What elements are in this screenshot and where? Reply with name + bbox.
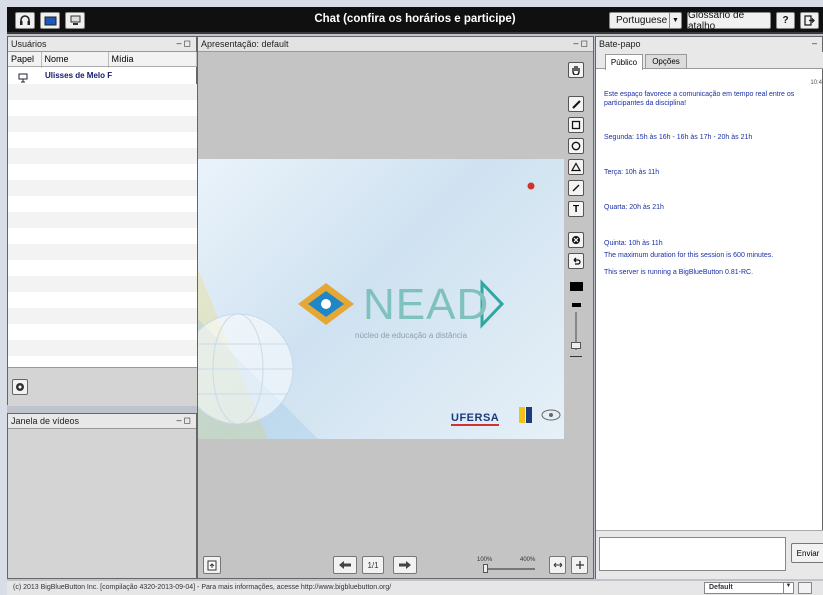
users-table: Papel Nome Mídia (8, 52, 197, 67)
app-window: Chat (confira os horários e participe) P… (7, 7, 823, 595)
rectangle-tool-icon[interactable] (568, 117, 584, 133)
slide-brand: NEAD (363, 280, 490, 329)
pencil-tool-icon[interactable] (568, 96, 584, 112)
tab-options[interactable]: Opções (645, 54, 687, 69)
thickness-slider-thumb[interactable] (571, 342, 581, 349)
col-role[interactable]: Papel (8, 52, 42, 67)
settings-icon[interactable] (12, 379, 28, 395)
apply-layout-button[interactable] (798, 582, 812, 594)
col-name[interactable]: Nome (41, 52, 109, 67)
upload-icon[interactable] (203, 556, 221, 574)
panel-controls-icon[interactable]: –◻ (177, 38, 193, 49)
user-name: Ulisses de Melo F (45, 71, 113, 80)
chat-message: Segunda: 15h às 16h - 16h às 17h - 20h à… (604, 134, 753, 141)
triangle-tool-icon[interactable] (568, 159, 584, 175)
chat-message: This server is running a BigBlueButton 0… (604, 269, 754, 276)
users-panel-header: Usuários –◻ (8, 37, 196, 52)
panel-controls-icon[interactable]: –◻ (177, 415, 193, 426)
zoom-max-label: 400% (520, 557, 536, 563)
ellipse-tool-icon[interactable] (568, 138, 584, 154)
message-time: 10:4 (810, 80, 822, 86)
language-select[interactable]: Portuguese ▼ (609, 12, 682, 29)
zoom-slider[interactable] (483, 568, 535, 570)
chat-message: Terça: 10h às 11h (604, 169, 660, 176)
send-button[interactable]: Enviar (791, 543, 823, 563)
col-media[interactable]: Mídia (108, 52, 197, 67)
minimize-icon[interactable]: – (812, 38, 819, 48)
video-panel: Janela de vídeos –◻ (7, 413, 197, 579)
hand-tool-icon[interactable] (568, 62, 584, 78)
chat-panel-header: Bate-papo – (596, 37, 822, 52)
panel-controls-icon[interactable]: –◻ (574, 38, 590, 49)
video-panel-header: Janela de vídeos –◻ (8, 414, 196, 429)
page-indicator[interactable]: 1/1 (362, 556, 384, 574)
logout-icon[interactable] (800, 12, 819, 29)
text-tool-icon[interactable]: T (568, 201, 584, 217)
layout-select[interactable]: Default ▼ (704, 582, 794, 594)
copyright-text: (c) 2013 BigBlueButton Inc. [compilação … (13, 584, 392, 591)
presentation-slide[interactable]: NEAD núcleo de educação a distância UFER… (198, 159, 564, 439)
zoom-slider-thumb[interactable] (483, 564, 488, 573)
slide-subtitle: núcleo de educação a distância (355, 331, 468, 340)
line-tool-icon[interactable] (568, 180, 584, 196)
chat-message: Este espaço favorece a comunicação em te… (604, 91, 795, 107)
fit-page-icon[interactable] (571, 556, 588, 574)
chevron-down-icon: ▼ (783, 583, 793, 593)
layout-label: Default (709, 584, 733, 591)
users-title: Usuários (11, 39, 47, 49)
tab-public[interactable]: Público (605, 54, 643, 70)
language-label: Portuguese (616, 15, 668, 26)
footer-bar: (c) 2013 BigBlueButton Inc. [compilação … (7, 581, 823, 595)
video-title: Janela de vídeos (11, 416, 80, 426)
undo-tool-icon[interactable] (568, 253, 584, 269)
chat-message: Quarta: 20h às 21h (604, 204, 664, 211)
eye-logo-icon (541, 409, 561, 421)
help-button[interactable]: ? (776, 12, 795, 29)
presentation-panel-header: Apresentação: default –◻ (198, 37, 593, 52)
chat-title: Bate-papo (599, 39, 641, 49)
chat-input[interactable] (599, 537, 786, 571)
users-empty-rows (8, 84, 197, 367)
clear-tool-icon[interactable] (568, 232, 584, 248)
color-swatch[interactable] (570, 282, 583, 291)
thickness-indicator (572, 303, 581, 307)
previous-slide-button[interactable] (333, 556, 357, 574)
chat-message: Quinta: 10h às 11h (604, 240, 663, 247)
top-toolbar: Chat (confira os horários e participe) P… (7, 7, 823, 34)
table-row[interactable]: Ulisses de Melo F (8, 68, 196, 84)
chat-message: The maximum duration for this session is… (604, 252, 774, 259)
chat-panel: Bate-papo – Público Opções 10:4 Este esp… (595, 36, 823, 579)
presentation-title: Apresentação: default (201, 39, 289, 49)
ufersa-logo: UFERSA (451, 412, 500, 426)
partner-logo-icon (519, 407, 532, 423)
zoom-min-label: 100% (477, 557, 493, 563)
chevron-down-icon: ▼ (669, 13, 681, 28)
shortcuts-button[interactable]: Glossário de atalho (687, 10, 771, 32)
next-slide-button[interactable] (393, 556, 417, 574)
users-panel: Usuários –◻ Papel Nome Mídia Ulisses de … (7, 36, 197, 406)
fit-width-icon[interactable] (549, 556, 566, 574)
